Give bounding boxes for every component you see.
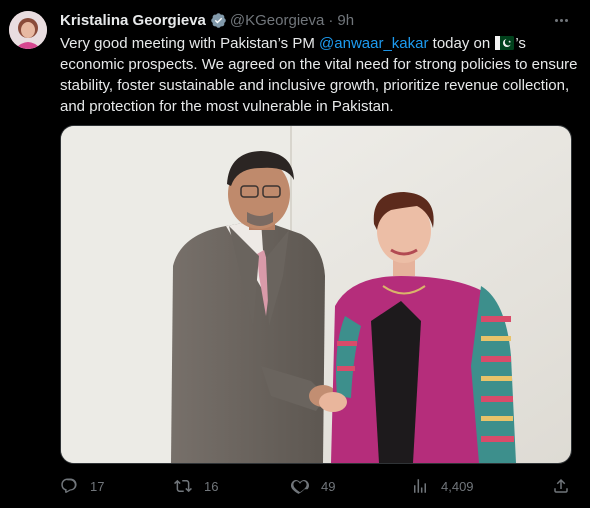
tweet-header: Kristalina Georgieva @KGeorgieva · 9h [60, 10, 354, 30]
views-chart-icon [414, 479, 426, 493]
tweet-text-part-2: today on [428, 35, 495, 52]
handshake-photo [61, 126, 571, 463]
mention-link[interactable]: @anwaar_kakar [319, 35, 428, 52]
reply-button[interactable]: 17 [60, 474, 104, 498]
more-options-icon[interactable] [550, 10, 572, 30]
heart-icon [291, 479, 309, 494]
retweet-icon [174, 479, 192, 493]
share-icon [554, 478, 568, 493]
verified-badge-icon [211, 12, 226, 28]
views-count: 4,409 [441, 478, 474, 494]
tweet-text-part-1: Very good meeting with Pakistan’s PM [60, 35, 320, 52]
author-avatar[interactable] [9, 11, 47, 49]
share-button[interactable] [552, 474, 582, 498]
author-handle[interactable]: @KGeorgieva [230, 12, 324, 29]
tweet-timestamp[interactable]: 9h [337, 12, 354, 29]
tweet-text: Very good meeting with Pakistan’s PM @an… [60, 33, 580, 117]
retweet-count: 16 [204, 478, 219, 494]
like-count: 49 [321, 478, 336, 494]
pakistan-flag-icon [495, 36, 515, 50]
separator-dot: · [328, 11, 334, 29]
views-button[interactable]: 4,409 [411, 474, 474, 498]
retweet-button[interactable]: 16 [174, 474, 218, 498]
author-name[interactable]: Kristalina Georgieva [60, 12, 206, 29]
tweet-photo[interactable] [60, 125, 572, 464]
reply-count: 17 [90, 478, 105, 494]
tweet[interactable]: Kristalina Georgieva @KGeorgieva · 9h Ve… [0, 0, 590, 508]
reply-icon [61, 478, 77, 493]
like-button[interactable]: 49 [291, 474, 335, 498]
tweet-actions: 17 16 49 4,409 [60, 474, 572, 498]
